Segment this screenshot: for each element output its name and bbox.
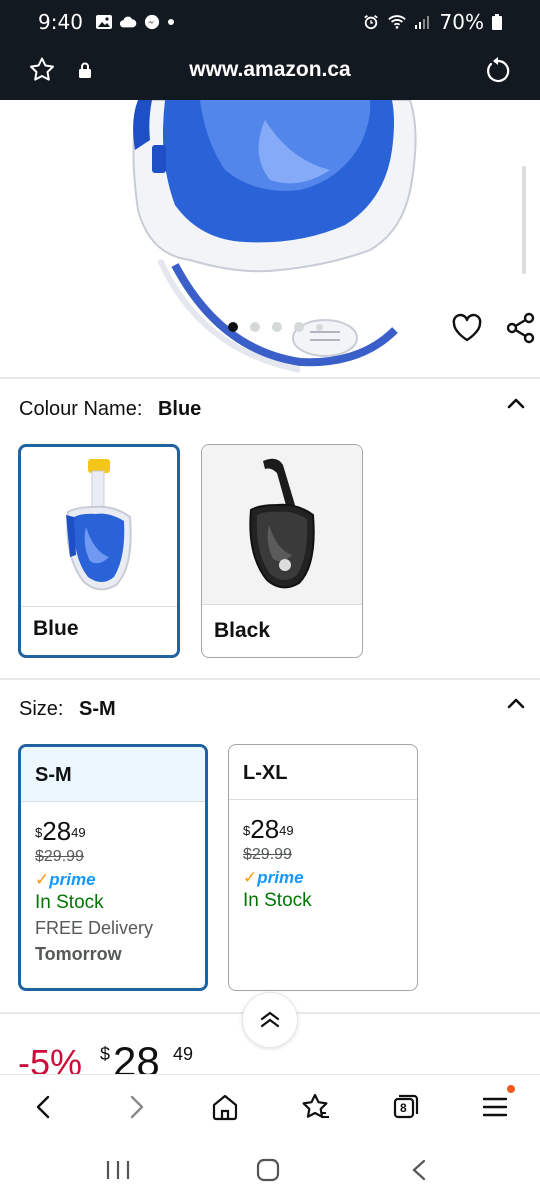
image-carousel-dots[interactable] [228, 322, 323, 332]
price-cents: 49 [71, 825, 86, 840]
gallery-icon [95, 15, 112, 29]
browser-toolbar: 8 [0, 1074, 540, 1140]
blue-mask-image [66, 458, 132, 590]
bookmarks-star-icon[interactable] [299, 1091, 331, 1123]
size-label-row: Size: S-M [19, 698, 116, 721]
recent-apps-icon[interactable] [104, 1158, 132, 1182]
wifi-icon [387, 15, 406, 29]
price-whole: 28 [250, 814, 280, 844]
carousel-dot[interactable] [228, 322, 238, 332]
discount-percent: -5% [18, 1042, 83, 1074]
double-chevron-up-icon [260, 1011, 280, 1028]
size-collapse-icon[interactable] [504, 692, 528, 716]
colour-label: Colour Name: [19, 398, 143, 420]
carousel-dot[interactable] [250, 322, 260, 332]
price-currency: $ [35, 825, 43, 840]
delivery-text: FREE Delivery [35, 918, 154, 938]
colour-label-row: Colour Name: Blue [19, 398, 201, 421]
prime-label: prime [257, 868, 304, 887]
status-bar: 9:40 70% [0, 0, 540, 44]
price-cents: 49 [279, 823, 294, 838]
price-banner: -5% $ 28 49 [18, 1040, 538, 1074]
system-back-icon[interactable] [406, 1158, 434, 1182]
size-label: Size: [19, 698, 64, 720]
browser-url-bar: www.amazon.ca [0, 44, 540, 100]
stock-status: In Stock [243, 890, 312, 911]
share-icon[interactable] [505, 312, 537, 344]
tabs-button[interactable]: 8 [389, 1091, 421, 1123]
size-option-name: S-M [21, 747, 205, 802]
colour-option-label: Blue [33, 617, 79, 640]
back-icon[interactable] [28, 1091, 60, 1123]
scrollbar[interactable] [522, 166, 526, 274]
more-notifications-icon [167, 19, 174, 25]
reload-icon[interactable] [484, 56, 512, 84]
system-navigation-bar [0, 1140, 540, 1200]
size-option-price: $2849 [243, 814, 403, 844]
divider [0, 377, 540, 379]
messenger-icon [144, 14, 160, 30]
colour-option-black[interactable]: Black [201, 444, 363, 658]
list-price: $29.99 [243, 846, 292, 863]
tab-count: 8 [400, 1101, 407, 1115]
prime-badge: ✓prime [35, 870, 191, 890]
price-currency: $ [243, 823, 251, 838]
colour-collapse-icon[interactable] [504, 392, 528, 416]
prime-check-icon: ✓ [243, 868, 258, 887]
home-icon[interactable] [209, 1091, 241, 1123]
price-banner-currency: $ [100, 1044, 111, 1064]
prime-badge: ✓prime [243, 868, 403, 888]
price-whole: 28 [42, 816, 72, 846]
colour-selected-value: Blue [157, 398, 202, 420]
carousel-dot[interactable] [294, 322, 304, 332]
size-option-price: $2849 [35, 816, 191, 846]
black-mask-thumbnail [202, 445, 362, 605]
size-option-l-xl[interactable]: L-XL $2849 $29.99 ✓prime In Stock [228, 744, 418, 991]
prime-label: prime [49, 870, 96, 889]
alarm-icon [363, 15, 378, 30]
forward-icon[interactable] [120, 1091, 152, 1123]
carousel-dot[interactable] [316, 323, 323, 331]
price-banner-cents: 49 [173, 1044, 194, 1064]
cloud-icon [119, 16, 137, 28]
notification-icons [95, 14, 175, 30]
home-button-icon[interactable] [254, 1158, 282, 1182]
signal-icon [414, 16, 429, 29]
colour-option-label: Black [214, 619, 271, 642]
black-mask-image [249, 458, 315, 588]
stock-status: In Stock [35, 892, 104, 913]
url-text[interactable]: www.amazon.ca [0, 58, 540, 82]
menu-icon[interactable] [479, 1091, 511, 1123]
delivery-day: Tomorrow [35, 944, 122, 964]
blue-mask-thumbnail [21, 447, 177, 607]
size-selected-value: S-M [79, 698, 116, 720]
list-price: $29.99 [35, 848, 84, 865]
size-option-s-m[interactable]: S-M $2849 $29.99 ✓prime In Stock FREE De… [18, 744, 208, 991]
divider [0, 678, 540, 680]
carousel-dot[interactable] [272, 322, 282, 332]
status-time: 9:40 [38, 10, 83, 34]
size-option-name: L-XL [229, 745, 417, 800]
prime-check-icon: ✓ [35, 870, 50, 889]
battery-percent: 70% [439, 10, 484, 34]
heart-icon[interactable] [451, 313, 483, 343]
battery-icon [492, 14, 502, 30]
colour-option-blue[interactable]: Blue [18, 444, 180, 658]
menu-notification-badge [507, 1085, 515, 1093]
price-banner-whole: 28 [113, 1040, 160, 1074]
